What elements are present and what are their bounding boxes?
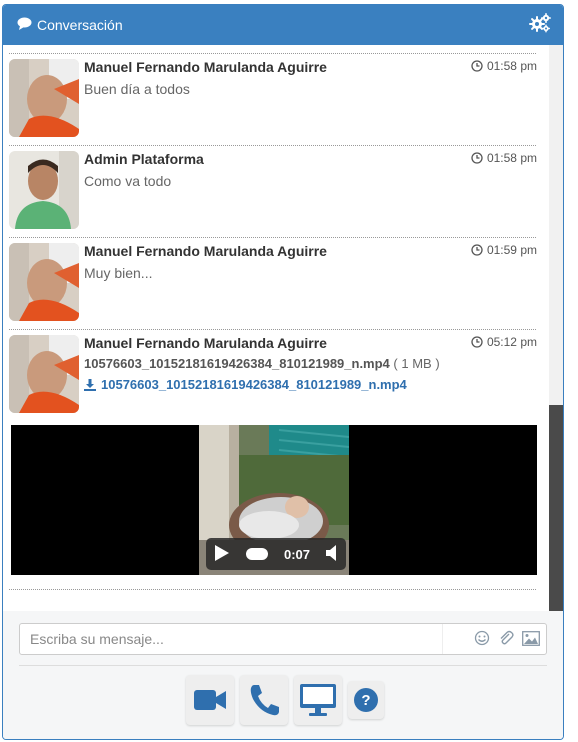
emoji-icon[interactable] <box>474 630 490 651</box>
scrollbar-thumb[interactable] <box>549 405 563 611</box>
divider <box>9 589 536 590</box>
message-item: Manuel Fernando Marulanda Aguirre 01:59 … <box>3 243 549 335</box>
comment-icon <box>17 17 32 33</box>
message-author: Manuel Fernando Marulanda Aguirre <box>84 335 327 351</box>
action-buttons: ? <box>186 675 384 725</box>
video-time: 0:07 <box>283 546 310 562</box>
file-name: 10576603_10152181619426384_810121989_n.m… <box>84 356 390 371</box>
monitor-icon <box>300 684 336 716</box>
phone-icon <box>250 685 279 716</box>
chat-header: Conversación <box>3 5 563 45</box>
volume-icon[interactable] <box>325 544 338 564</box>
message-time-text: 01:58 pm <box>486 151 537 165</box>
progress-slider[interactable] <box>245 548 268 560</box>
clock-icon <box>471 244 483 256</box>
download-icon <box>84 378 96 391</box>
message-time: 05:12 pm <box>471 335 537 349</box>
message-time-text: 01:58 pm <box>486 59 537 73</box>
message-author: Manuel Fernando Marulanda Aguirre <box>84 59 327 75</box>
gears-icon[interactable] <box>529 12 551 38</box>
input-divider <box>442 624 443 654</box>
file-download-link[interactable]: 10576603_10152181619426384_810121989_n.m… <box>84 377 407 392</box>
help-icon: ? <box>354 688 378 712</box>
message-time-text: 01:59 pm <box>486 243 537 257</box>
clock-icon <box>471 336 483 348</box>
file-info: 10576603_10152181619426384_810121989_n.m… <box>84 356 440 371</box>
message-input-wrapper <box>19 623 547 655</box>
message-item: Manuel Fernando Marulanda Aguirre 01:58 … <box>3 59 549 151</box>
message-time-text: 05:12 pm <box>486 335 537 349</box>
message-time: 01:59 pm <box>471 243 537 257</box>
paperclip-icon[interactable] <box>498 630 514 651</box>
avatar <box>9 59 79 137</box>
help-button[interactable]: ? <box>348 681 384 719</box>
footer-divider <box>19 665 547 666</box>
avatar <box>9 335 79 413</box>
message-input[interactable] <box>20 624 440 654</box>
message-author: Manuel Fernando Marulanda Aguirre <box>84 243 327 259</box>
message-author: Admin Plataforma <box>84 151 204 167</box>
clock-icon <box>471 60 483 72</box>
message-item: Admin Plataforma 01:58 pm Como va todo <box>3 151 549 243</box>
file-size: ( 1 MB ) <box>393 356 440 371</box>
image-icon[interactable] <box>522 630 540 651</box>
video-call-button[interactable] <box>186 675 234 725</box>
message-time: 01:58 pm <box>471 59 537 73</box>
video-controls: 0:07 <box>206 538 346 570</box>
header-title: Conversación <box>17 17 123 33</box>
input-icons <box>474 630 540 651</box>
video-camera-icon <box>194 690 226 710</box>
voice-call-button[interactable] <box>240 675 288 725</box>
chat-panel: Conversación Manuel Fernando Marulanda A… <box>2 4 564 740</box>
play-icon[interactable] <box>214 544 230 565</box>
video-player[interactable]: 0:07 <box>11 425 537 575</box>
message-list: Manuel Fernando Marulanda Aguirre 01:58 … <box>3 45 549 611</box>
message-text: Buen día a todos <box>84 81 190 97</box>
svg-text:?: ? <box>361 692 370 709</box>
message-text: Como va todo <box>84 173 172 189</box>
divider <box>9 53 536 54</box>
header-title-text: Conversación <box>37 17 123 33</box>
message-time: 01:58 pm <box>471 151 537 165</box>
screen-share-button[interactable] <box>294 675 342 725</box>
divider <box>9 329 536 330</box>
avatar <box>9 243 79 321</box>
avatar <box>9 151 79 229</box>
file-link-text[interactable]: 10576603_10152181619426384_810121989_n.m… <box>101 377 407 392</box>
divider <box>9 237 536 238</box>
message-text: Muy bien... <box>84 265 153 281</box>
divider <box>9 145 536 146</box>
clock-icon <box>471 152 483 164</box>
